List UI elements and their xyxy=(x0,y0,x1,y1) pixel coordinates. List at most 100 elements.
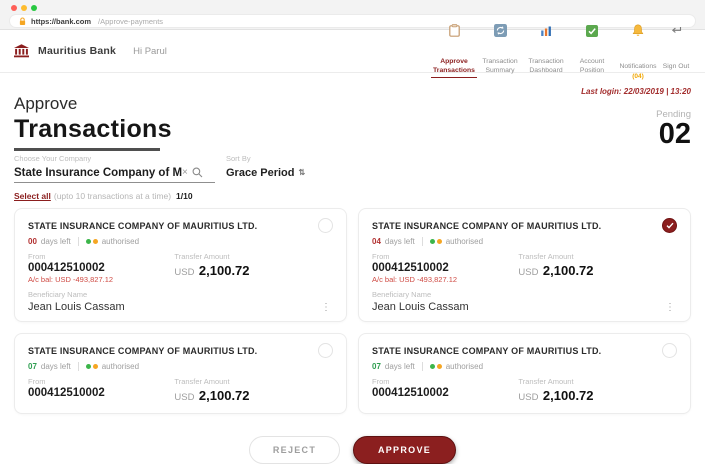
search-icon[interactable] xyxy=(192,167,203,178)
select-radio[interactable] xyxy=(662,342,677,358)
transfer-amount-label: Transfer Amount xyxy=(518,251,574,261)
page-title: Approve Transactions xyxy=(14,81,172,151)
page-title-line1: Approve xyxy=(14,94,78,113)
from-label: From xyxy=(372,251,390,261)
minimize-window-button[interactable] xyxy=(21,5,27,11)
status-dot-green xyxy=(429,238,435,244)
nav-label: Notifications xyxy=(619,63,657,71)
beneficiary-label: Beneficiary Name xyxy=(28,289,88,299)
transaction-card: STATE INSURANCE COMPANY OF MAURITIUS LTD… xyxy=(358,207,691,322)
currency: USD xyxy=(518,266,539,278)
sort-by-control[interactable]: Sort By Grace Period ⇅ xyxy=(226,154,305,179)
select-radio-checked[interactable] xyxy=(662,217,677,233)
transaction-card: STATE INSURANCE COMPANY OF MAURITIUS LTD… xyxy=(14,332,347,414)
card-company-name: STATE INSURANCE COMPANY OF MAURITIUS LTD… xyxy=(28,345,258,356)
transfer-amount: 2,100.72 xyxy=(198,387,250,403)
close-window-button[interactable] xyxy=(11,5,17,11)
account-balance: A/c bal: USD -493,827.12 xyxy=(28,274,114,284)
transfer-amount-label: Transfer Amount xyxy=(174,376,230,386)
days-left-value: 07 xyxy=(28,361,37,371)
pending-count: 02 xyxy=(658,118,691,150)
sort-label: Sort By xyxy=(226,153,251,163)
select-all-link[interactable]: Select all xyxy=(14,191,51,201)
bank-name: Mauritius Bank xyxy=(38,45,117,57)
divider xyxy=(421,361,423,371)
card-company-name: STATE INSURANCE COMPANY OF MAURITIUS LTD… xyxy=(372,220,602,231)
window-controls xyxy=(11,5,696,11)
select-radio[interactable] xyxy=(318,342,333,358)
status-dot-green xyxy=(85,238,91,244)
title-underline xyxy=(14,148,160,151)
select-radio[interactable] xyxy=(318,217,333,233)
kebab-menu-icon[interactable]: ⋮ xyxy=(319,302,333,313)
sort-arrows-icon: ⇅ xyxy=(298,168,306,177)
notification-count-badge: (04) xyxy=(632,73,644,81)
main-nav: Approve Transactions Transaction Summary xyxy=(431,21,691,81)
from-label: From xyxy=(28,251,46,261)
company-search-input[interactable] xyxy=(14,166,182,179)
nav-transaction-dashboard[interactable]: Transaction Dashboard xyxy=(523,21,569,77)
nav-label: Transaction Dashboard xyxy=(528,58,564,75)
divider xyxy=(77,361,79,371)
page-title-line2: Transactions xyxy=(14,115,172,143)
nav-label: Account Position xyxy=(579,58,605,75)
days-left-label: days left xyxy=(384,361,415,371)
url-host: https://bank.com xyxy=(31,16,92,26)
kebab-menu-icon[interactable]: ⋮ xyxy=(663,302,677,313)
card-company-name: STATE INSURANCE COMPANY OF MAURITIUS LTD… xyxy=(28,220,258,231)
bell-icon xyxy=(615,24,661,37)
bar-chart-icon xyxy=(523,24,569,37)
currency: USD xyxy=(174,391,195,403)
transaction-card: STATE INSURANCE COMPANY OF MAURITIUS LTD… xyxy=(358,332,691,414)
nav-transaction-summary[interactable]: Transaction Summary xyxy=(477,21,523,77)
transfer-amount: 2,100.72 xyxy=(542,387,594,403)
status-label: authorised xyxy=(101,361,140,371)
clear-icon[interactable]: × xyxy=(182,167,188,178)
last-login-text: Last login: 22/03/2019 | 13:20 xyxy=(581,87,691,96)
bank-logo-icon xyxy=(14,44,29,58)
url-path: /Approve-payments xyxy=(98,16,164,26)
nav-notifications[interactable]: Notifications (04) xyxy=(615,21,661,81)
from-account: 000412510002 xyxy=(28,261,105,274)
nav-account-position[interactable]: Account Position xyxy=(569,21,615,77)
currency: USD xyxy=(518,391,539,403)
days-left-value: 04 xyxy=(372,236,381,246)
selection-count: 1/10 xyxy=(176,190,193,201)
lock-icon xyxy=(19,17,26,26)
checkbox-icon xyxy=(569,24,615,37)
card-company-name: STATE INSURANCE COMPANY OF MAURITIUS LTD… xyxy=(372,345,602,356)
transaction-card: STATE INSURANCE COMPANY OF MAURITIUS LTD… xyxy=(14,207,347,322)
reject-button[interactable]: REJECT xyxy=(249,435,340,464)
nav-sign-out[interactable]: Sign Out xyxy=(661,21,691,73)
transfer-amount-label: Transfer Amount xyxy=(174,251,230,261)
transaction-cards: STATE INSURANCE COMPANY OF MAURITIUS LTD… xyxy=(14,207,691,414)
nav-label: Sign Out xyxy=(662,63,690,71)
company-filter: Choose Your Company × xyxy=(14,154,215,183)
sign-out-icon xyxy=(661,24,691,37)
select-hint: (upto 10 transactions at a time) xyxy=(53,190,172,201)
sync-icon xyxy=(477,24,523,38)
from-label: From xyxy=(28,376,46,386)
sort-value: Grace Period xyxy=(226,166,295,179)
nav-approve-transactions[interactable]: Approve Transactions xyxy=(431,21,477,79)
status-dot-orange xyxy=(436,238,442,244)
nav-label: Transaction Summary xyxy=(482,58,518,75)
zoom-window-button[interactable] xyxy=(31,5,37,11)
app-header: Mauritius Bank Hi Parul Approve Transact… xyxy=(0,24,705,80)
beneficiary-label: Beneficiary Name xyxy=(372,289,432,299)
user-greeting: Hi Parul xyxy=(133,45,167,57)
transfer-amount-label: Transfer Amount xyxy=(518,376,574,386)
check-icon xyxy=(666,222,674,229)
main-content: Approve Transactions Last login: 22/03/2… xyxy=(0,73,705,464)
transfer-amount: 2,100.72 xyxy=(198,262,250,278)
from-account: 000412510002 xyxy=(372,261,449,274)
status-dot-orange xyxy=(92,238,98,244)
transfer-amount: 2,100.72 xyxy=(542,262,594,278)
status-label: authorised xyxy=(445,236,484,246)
nav-label: Approve Transactions xyxy=(431,57,477,79)
account-balance: A/c bal: USD -493,827.12 xyxy=(372,274,458,284)
approve-button[interactable]: APPROVE xyxy=(353,435,456,464)
from-account: 000412510002 xyxy=(28,386,105,399)
beneficiary-name: Jean Louis Cassam xyxy=(372,300,469,313)
from-account: 000412510002 xyxy=(372,386,449,399)
